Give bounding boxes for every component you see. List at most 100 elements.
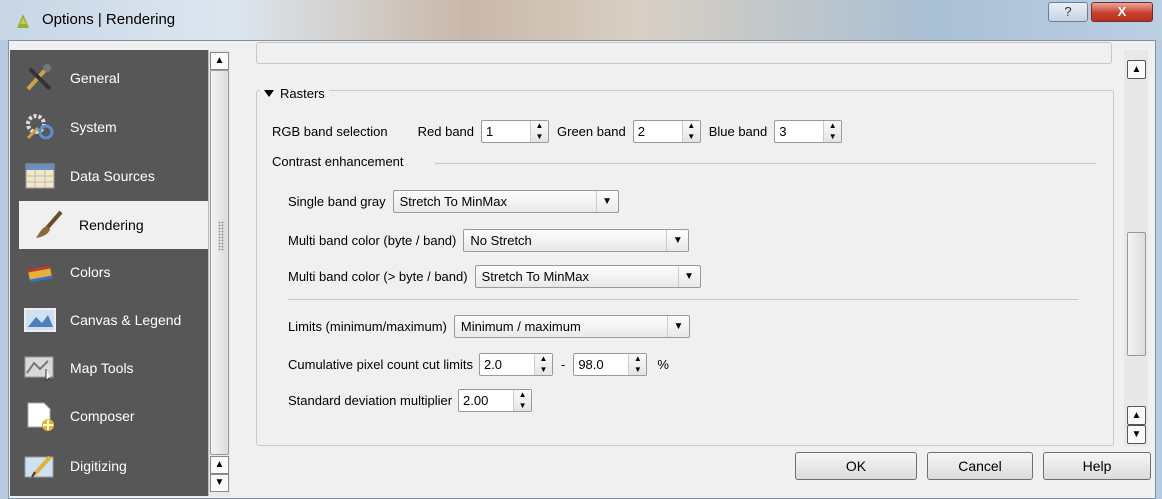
sidebar-item-rendering[interactable]: Rendering [19, 201, 208, 249]
scroll-down-button[interactable]: ▼ [1127, 425, 1146, 444]
spin-down-icon: ▼ [633, 364, 642, 374]
multi-gt-byte-row: Multi band color (> byte / band) Stretch… [288, 265, 701, 288]
cumulative-row: Cumulative pixel count cut limits 2.0 ▲ ▼… [288, 353, 669, 376]
rasters-toggle[interactable]: Rasters [260, 86, 329, 101]
blue-band-spinbox[interactable]: 3 ▲ ▼ [774, 120, 843, 143]
options-sidebar: General System Data Sources Rendering Co… [10, 50, 230, 496]
rgb-band-label: RGB band selection [272, 124, 388, 139]
multi-byte-select[interactable]: No Stretch ▼ [463, 229, 690, 252]
contrast-divider [435, 163, 1096, 164]
sidebar-item-label: Colors [70, 264, 111, 280]
canvas-icon [22, 305, 58, 335]
percent-unit: % [657, 357, 669, 372]
ok-button[interactable]: OK [795, 452, 917, 480]
green-band-label: Green band [557, 124, 626, 139]
sidebar-item-map-tools[interactable]: Map Tools [10, 344, 208, 392]
table-icon [22, 161, 58, 191]
sidebar-scroll-thumb[interactable] [210, 70, 229, 455]
green-band-spinbox[interactable]: 2 ▲ ▼ [632, 120, 701, 143]
sidebar-item-canvas-legend[interactable]: Canvas & Legend [10, 296, 208, 344]
multi-gt-byte-select[interactable]: Stretch To MinMax ▼ [474, 265, 701, 288]
stddev-label: Standard deviation multiplier [288, 393, 453, 408]
sidebar-scroll-up-button[interactable]: ▲ [210, 52, 229, 70]
rgb-band-row: RGB band selection Red band 1 ▲ ▼ Green b… [272, 120, 843, 143]
multi-byte-row: Multi band color (byte / band) No Stretc… [288, 229, 690, 252]
single-band-row: Single band gray Stretch To MinMax ▼ [288, 190, 619, 213]
title-bar: Options | Rendering ? X [0, 0, 1162, 40]
limits-divider [288, 299, 1078, 300]
rasters-title: Rasters [280, 86, 325, 101]
spin-up-icon: ▲ [518, 390, 527, 399]
main-scrollbar[interactable]: ▲ ▲ ▼ [1124, 50, 1148, 446]
sidebar-item-general[interactable]: General [10, 54, 208, 102]
paint-icon [22, 257, 58, 287]
sidebar-scrollbar[interactable]: ▲ ▲ ▼ [208, 50, 230, 496]
cumulative-max-spinbox[interactable]: 98.0 ▲ ▼ [573, 353, 648, 376]
window-title: Options | Rendering [42, 11, 176, 28]
stddev-row: Standard deviation multiplier 2.00 ▲ ▼ [288, 389, 533, 412]
scroll-thumb[interactable] [1127, 232, 1146, 356]
sidebar-item-composer[interactable]: Composer [10, 392, 208, 440]
sidebar-item-digitizing[interactable]: Digitizing [10, 442, 208, 490]
multi-byte-label: Multi band color (byte / band) [288, 233, 457, 248]
sidebar-scroll-down-button[interactable]: ▼ [210, 474, 229, 492]
limits-row: Limits (minimum/maximum) Minimum / maxim… [288, 315, 690, 338]
map-tools-icon [22, 353, 58, 383]
contrast-enhancement-header: Contrast enhancement [272, 154, 404, 169]
collapse-triangle-icon [264, 90, 274, 97]
spin-up-icon: ▲ [633, 354, 642, 363]
blue-band-label: Blue band [708, 124, 768, 139]
single-band-label: Single band gray [288, 194, 386, 209]
spin-up-icon: ▲ [687, 121, 696, 130]
scroll-up2-button[interactable]: ▲ [1127, 406, 1146, 425]
cancel-button[interactable]: Cancel [927, 452, 1033, 480]
red-band-spinbox[interactable]: 1 ▲ ▼ [481, 120, 550, 143]
spin-down-icon: ▼ [518, 400, 527, 410]
gears-icon [22, 112, 58, 142]
qgis-logo-icon [17, 14, 29, 28]
contrast-title: Contrast enhancement [272, 154, 404, 169]
sidebar-item-system[interactable]: System [10, 103, 208, 151]
scroll-up-button[interactable]: ▲ [1127, 60, 1146, 79]
stddev-spinbox[interactable]: 2.00 ▲ ▼ [458, 389, 533, 412]
spin-up-icon: ▲ [828, 121, 837, 130]
sidebar-item-label: Canvas & Legend [70, 312, 182, 328]
chevron-down-icon: ▼ [666, 230, 688, 251]
tools-icon [22, 63, 58, 93]
spin-down-icon: ▼ [687, 131, 696, 141]
spin-down-icon: ▼ [539, 364, 548, 374]
cumulative-separator: - [560, 357, 566, 372]
spin-up-icon: ▲ [535, 121, 544, 130]
sidebar-item-label: System [70, 119, 117, 135]
composer-icon [22, 401, 58, 431]
chevron-down-icon: ▼ [677, 266, 700, 287]
spin-down-icon: ▼ [535, 131, 544, 141]
sidebar-item-label: General [70, 70, 120, 86]
rendering-panel: Rasters RGB band selection Red band 1 ▲ ▼… [238, 42, 1124, 446]
brush-icon [31, 210, 67, 240]
title-help-button[interactable]: ? [1048, 2, 1088, 22]
sidebar-item-colors[interactable]: Colors [10, 248, 208, 296]
sidebar-item-data-sources[interactable]: Data Sources [10, 152, 208, 200]
digitizing-icon [22, 451, 58, 481]
sidebar-item-label: Map Tools [70, 360, 134, 376]
limits-label: Limits (minimum/maximum) [288, 319, 447, 334]
close-button[interactable]: X [1091, 2, 1153, 22]
sidebar-item-label: Composer [70, 408, 135, 424]
red-band-label: Red band [417, 124, 475, 139]
spin-down-icon: ▼ [828, 131, 837, 141]
sidebar-item-label: Digitizing [70, 458, 127, 474]
cumulative-label: Cumulative pixel count cut limits [288, 357, 473, 372]
sidebar-item-label: Rendering [79, 217, 144, 233]
chevron-down-icon: ▼ [595, 191, 618, 212]
sidebar-item-label: Data Sources [70, 168, 155, 184]
chevron-down-icon: ▼ [666, 316, 689, 337]
multi-gt-byte-label: Multi band color (> byte / band) [288, 269, 468, 284]
sidebar-scroll-up2-button[interactable]: ▲ [210, 456, 229, 474]
limits-select[interactable]: Minimum / maximum ▼ [453, 315, 690, 338]
help-button[interactable]: Help [1043, 452, 1151, 480]
single-band-select[interactable]: Stretch To MinMax ▼ [392, 190, 619, 213]
cumulative-min-spinbox[interactable]: 2.0 ▲ ▼ [478, 353, 553, 376]
previous-groupbox [256, 42, 1112, 64]
spin-up-icon: ▲ [539, 354, 548, 363]
